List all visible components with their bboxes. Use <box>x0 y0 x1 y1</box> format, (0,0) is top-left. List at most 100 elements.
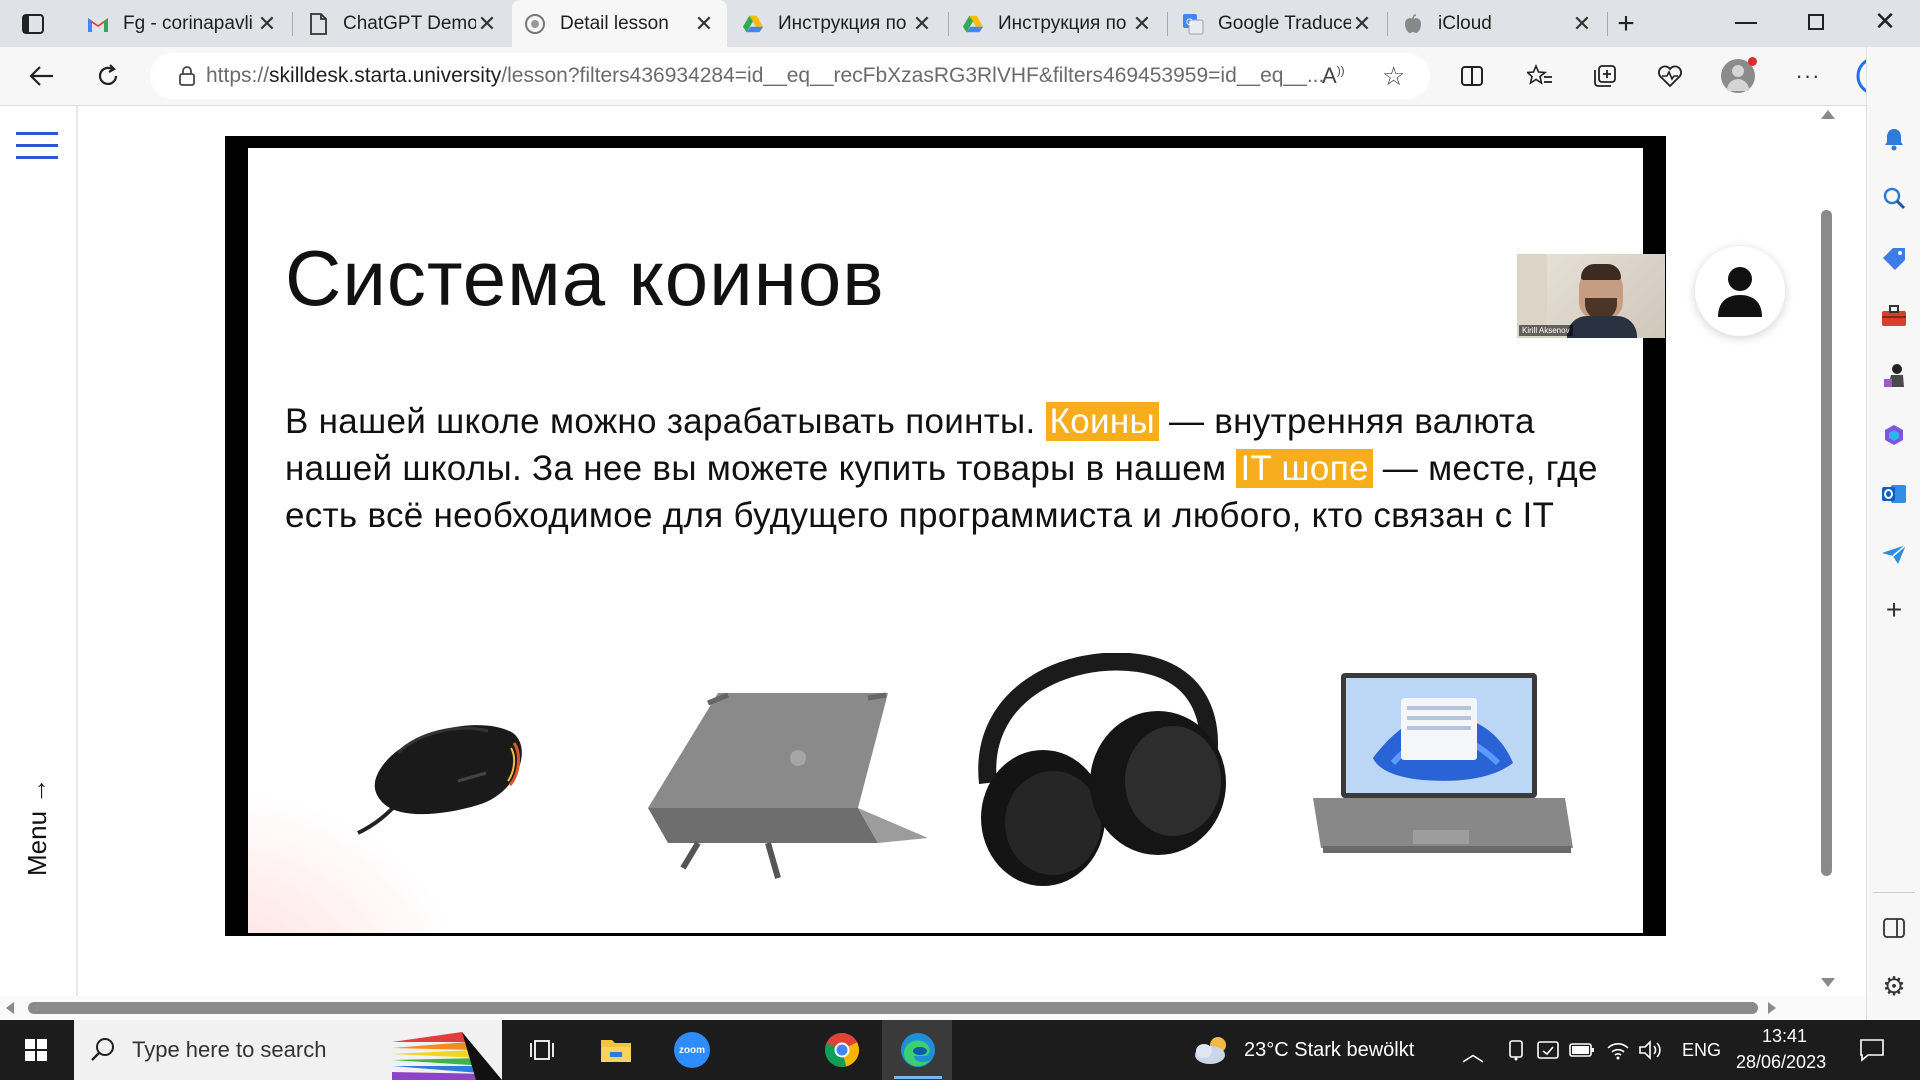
webcam-preview[interactable]: Kirill Aksenov <box>1517 254 1665 338</box>
user-icon <box>1718 267 1762 317</box>
tab-label: Инструкция по <box>998 12 1127 34</box>
tab-label: Google Traduce <box>1218 12 1351 34</box>
scroll-right-icon[interactable] <box>1768 1002 1776 1014</box>
lock-icon[interactable] <box>178 65 196 93</box>
close-icon[interactable]: ✕ <box>256 11 278 36</box>
tab-label: iCloud <box>1438 12 1492 34</box>
close-icon[interactable]: ✕ <box>1351 11 1373 36</box>
add-icon[interactable]: + <box>1879 594 1909 625</box>
horizontal-scrollbar[interactable] <box>0 996 1866 1020</box>
chevron-up-icon[interactable]: ︿ <box>1462 1036 1484 1068</box>
weather-text[interactable]: 23°C Stark bewölkt <box>1244 1039 1414 1062</box>
tab-separator <box>1387 12 1388 36</box>
edge-sidebar: + ⚙ <box>1866 47 1920 1020</box>
more-options-icon[interactable]: ··· <box>1788 56 1828 96</box>
navigation-bar: https://skilldesk.starta.university/less… <box>0 47 1920 106</box>
scroll-up-icon[interactable] <box>1821 110 1835 119</box>
minimize-icon[interactable] <box>1735 22 1757 24</box>
highlight-coins: Коины <box>1045 402 1159 441</box>
tab-chatgpt-demo[interactable]: ChatGPT Demo ✕ <box>295 0 510 47</box>
scroll-thumb[interactable] <box>1821 210 1832 876</box>
tab-bar: Fg - corinapavli ✕ ChatGPT Demo ✕ Detail… <box>0 0 1920 47</box>
search-icon[interactable] <box>1879 183 1909 213</box>
google-translate-icon: G <box>1182 13 1204 35</box>
read-aloud-icon[interactable]: A)) <box>1322 63 1345 89</box>
slide-title: Система коинов <box>285 234 885 322</box>
hamburger-menu-icon[interactable] <box>0 126 78 166</box>
clock-time[interactable]: 13:41 <box>1762 1026 1807 1047</box>
product-headphones-image <box>968 652 1248 898</box>
notifications-icon[interactable] <box>1852 1030 1892 1070</box>
windows-start-icon[interactable] <box>16 1030 56 1070</box>
weather-icon[interactable] <box>1192 1030 1232 1070</box>
tab-detail-lesson[interactable]: Detail lesson ✕ <box>512 0 727 47</box>
close-icon[interactable]: ✕ <box>476 11 498 36</box>
settings-gear-icon[interactable]: ⚙ <box>1879 971 1909 1001</box>
tab-separator <box>1167 12 1168 36</box>
tab-gmail[interactable]: Fg - corinapavli ✕ <box>75 0 290 47</box>
close-icon[interactable]: ✕ <box>1131 11 1153 36</box>
sidebar-layout-icon[interactable] <box>1879 913 1909 943</box>
outlook-icon[interactable] <box>1879 479 1909 509</box>
address-bar[interactable]: https://skilldesk.starta.university/less… <box>150 53 1430 99</box>
favorite-star-icon[interactable]: ☆ <box>1382 61 1405 92</box>
zoom-label: zoom <box>674 1032 710 1068</box>
task-view-icon[interactable] <box>522 1030 562 1070</box>
person-body <box>1567 316 1637 338</box>
file-explorer-icon[interactable] <box>596 1030 636 1070</box>
taskbar-search-box[interactable]: Type here to search <box>74 1020 502 1080</box>
scroll-down-icon[interactable] <box>1821 978 1835 987</box>
tab-icloud[interactable]: iCloud ✕ <box>1390 0 1605 47</box>
collections-icon[interactable] <box>1585 56 1625 96</box>
refresh-icon[interactable] <box>88 56 128 96</box>
close-window-icon[interactable]: ✕ <box>1870 6 1900 36</box>
person-hair <box>1581 264 1621 280</box>
favorites-icon[interactable] <box>1520 56 1560 96</box>
tab-separator <box>1607 12 1608 36</box>
user-avatar-button[interactable] <box>1695 246 1785 336</box>
scroll-left-icon[interactable] <box>6 1002 14 1014</box>
games-icon[interactable] <box>1879 361 1909 391</box>
new-tab-icon[interactable]: + <box>1612 7 1640 40</box>
shopping-tag-icon[interactable] <box>1879 243 1909 273</box>
tab-google-translate[interactable]: G Google Traduce ✕ <box>1170 0 1385 47</box>
body-text-1: В нашей школе можно зарабатывать поинты. <box>285 402 1036 441</box>
url-path: /lesson?filters436934284=id__eq__recFbXz… <box>501 64 1325 87</box>
edge-icon[interactable] <box>898 1030 938 1070</box>
search-icon <box>90 1037 116 1069</box>
toolbox-icon[interactable] <box>1879 301 1909 331</box>
close-icon[interactable]: ✕ <box>693 11 715 36</box>
lesson-slide: Система коинов В нашей школе можно зараб… <box>248 148 1643 933</box>
tab-google-drive-2[interactable]: Инструкция по ✕ <box>950 0 1165 47</box>
clock-date[interactable]: 28/06/2023 <box>1736 1052 1826 1073</box>
tab-label: ChatGPT Demo <box>343 12 476 34</box>
url-host: skilldesk.starta.university <box>269 64 502 87</box>
slide-body: В нашей школе можно зарабатывать поинты.… <box>285 398 1625 539</box>
restore-icon[interactable] <box>1808 14 1824 30</box>
language-indicator[interactable]: ENG <box>1682 1040 1721 1061</box>
arrow-right-icon: → <box>22 777 52 804</box>
volume-icon[interactable] <box>1630 1030 1670 1070</box>
scroll-thumb[interactable] <box>28 1002 1758 1014</box>
lesson-video-player[interactable]: Система коинов В нашей школе можно зараб… <box>225 136 1666 936</box>
tab-google-drive-1[interactable]: Инструкция по ✕ <box>730 0 945 47</box>
microsoft-365-icon[interactable] <box>1879 420 1909 450</box>
profile-avatar-icon[interactable] <box>1718 56 1758 96</box>
close-icon[interactable]: ✕ <box>1571 11 1593 36</box>
menu-label: Menu <box>22 810 52 876</box>
battery-icon[interactable] <box>1562 1030 1602 1070</box>
zoom-app-icon[interactable]: zoom <box>672 1030 712 1070</box>
menu-toggle[interactable]: Menu → <box>22 778 53 876</box>
tab-separator <box>948 12 949 36</box>
split-screen-icon[interactable] <box>1452 56 1492 96</box>
performance-icon[interactable] <box>1650 56 1690 96</box>
send-icon[interactable] <box>1879 539 1909 569</box>
back-icon[interactable] <box>22 56 62 96</box>
gmail-icon <box>87 13 109 35</box>
tab-actions-icon[interactable] <box>20 11 46 37</box>
close-icon[interactable]: ✕ <box>911 11 933 36</box>
webcam-name-label: Kirill Aksenov <box>1519 325 1573 336</box>
chrome-icon[interactable] <box>822 1030 862 1070</box>
vertical-scrollbar[interactable] <box>1817 106 1837 996</box>
bell-icon[interactable] <box>1879 124 1909 154</box>
